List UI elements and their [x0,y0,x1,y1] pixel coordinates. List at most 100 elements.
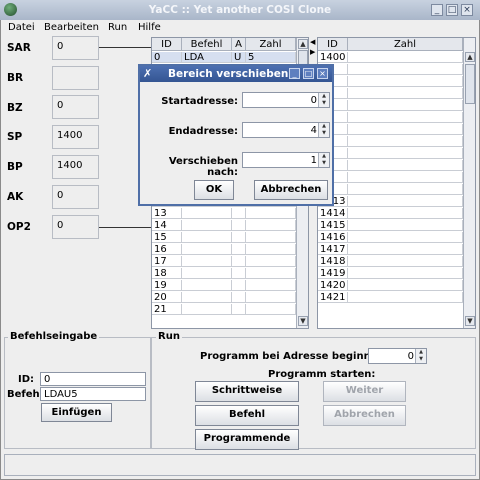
table-row[interactable]: 16 [152,244,182,255]
dialog-title-bar[interactable]: ✗ Bereich verschieben _ □ × [140,66,332,82]
table-cell[interactable] [246,268,296,279]
table-cell[interactable] [232,232,246,243]
table-cell[interactable] [232,304,246,315]
table-row[interactable]: 1415 [318,220,348,231]
maximize-icon[interactable]: □ [446,4,458,16]
maximize-icon[interactable]: □ [303,68,314,79]
programmende-button[interactable]: Programmende [195,429,299,450]
table-row[interactable]: 15 [152,232,182,243]
scroll-down-icon[interactable]: ▼ [465,316,475,326]
menu-run[interactable]: Run [108,22,127,33]
table-cell[interactable] [348,76,463,87]
table-cell[interactable] [348,124,463,135]
table-cell[interactable] [246,220,296,231]
table-cell[interactable] [348,112,463,123]
table-cell[interactable] [348,196,463,207]
table-cell[interactable] [348,52,463,63]
table-cell[interactable] [182,280,232,291]
spin-down-icon[interactable]: ▼ [416,356,426,363]
close-icon[interactable]: × [317,68,328,79]
table-cell[interactable] [246,292,296,303]
table-row[interactable]: 1414 [318,208,348,219]
table-cell[interactable]: 5 [246,52,296,63]
table-cell[interactable] [348,172,463,183]
table-cell[interactable] [246,256,296,267]
table-row[interactable]: 13 [152,208,182,219]
table-row[interactable]: 1421 [318,292,348,303]
memory-table-header-zahl[interactable]: Zahl [348,38,463,51]
memory-table[interactable]: ID Zahl 14001234567890114131414141514161… [317,37,476,329]
startadresse-spinner[interactable]: 0 ▲ ▼ [242,92,330,108]
befehl-input[interactable]: LDAU5 [40,387,146,401]
spin-down-icon[interactable]: ▼ [319,100,329,107]
table-cell[interactable] [348,100,463,111]
table-row[interactable]: 1419 [318,268,348,279]
scroll-down-icon[interactable]: ▼ [298,316,308,326]
verschieben-nach-spinner[interactable]: 1 ▲ ▼ [242,152,330,168]
table-cell[interactable] [348,148,463,159]
table-row[interactable]: 14 [152,220,182,231]
dialog-abbrechen-button[interactable]: Abbrechen [254,180,328,200]
befehl-button[interactable]: Befehl [195,405,299,426]
table-cell[interactable] [348,64,463,75]
program-table-header-zahl[interactable]: Zahl [246,38,296,51]
table-cell[interactable] [232,268,246,279]
table-cell[interactable] [232,220,246,231]
table-cell[interactable] [246,208,296,219]
memory-table-header-id[interactable]: ID [318,38,348,51]
table-cell[interactable]: U [232,52,246,63]
table-row[interactable]: 20 [152,292,182,303]
spin-up-icon[interactable]: ▲ [319,123,329,130]
table-row[interactable]: 0 [152,52,182,63]
table-cell[interactable] [348,88,463,99]
table-cell[interactable]: LDA [182,52,232,63]
table-cell[interactable] [182,208,232,219]
table-cell[interactable] [182,220,232,231]
einfuegen-button[interactable]: Einfügen [41,403,112,422]
table-row[interactable]: 1400 [318,52,348,63]
scroll-up-icon[interactable]: ▲ [465,52,475,62]
table-row[interactable]: 19 [152,280,182,291]
menu-bearbeiten[interactable]: Bearbeiten [44,22,99,33]
table-cell[interactable] [348,232,463,243]
table-cell[interactable] [232,280,246,291]
table-cell[interactable] [232,244,246,255]
spin-down-icon[interactable]: ▼ [319,160,329,167]
table-row[interactable]: 17 [152,256,182,267]
close-icon[interactable]: × [461,4,473,16]
table-cell[interactable] [246,244,296,255]
splitter-right-icon[interactable]: ▶ [310,48,315,56]
spin-up-icon[interactable]: ▲ [319,93,329,100]
table-cell[interactable] [348,184,463,195]
scroll-up-icon[interactable]: ▲ [298,39,308,49]
scroll-thumb[interactable] [465,64,475,104]
memory-table-scrollbar[interactable]: ▲ ▼ [463,38,475,328]
table-cell[interactable] [348,256,463,267]
table-cell[interactable] [232,256,246,267]
endadresse-spinner[interactable]: 4 ▲ ▼ [242,122,330,138]
spin-up-icon[interactable]: ▲ [319,153,329,160]
table-cell[interactable] [246,232,296,243]
menu-hilfe[interactable]: Hilfe [138,22,161,33]
minimize-icon[interactable]: _ [431,4,443,16]
title-bar[interactable]: YaCC :: Yet another COSI Clone _ □ × [0,0,480,20]
table-cell[interactable] [232,292,246,303]
table-cell[interactable] [182,232,232,243]
spin-up-icon[interactable]: ▲ [416,349,426,356]
ok-button[interactable]: OK [194,180,234,200]
weiter-button[interactable]: Weiter [323,381,406,402]
table-cell[interactable] [182,268,232,279]
table-cell[interactable] [182,292,232,303]
table-row[interactable]: 1417 [318,244,348,255]
table-cell[interactable] [348,292,463,303]
minimize-icon[interactable]: _ [289,68,300,79]
program-table-header-a[interactable]: A [232,38,246,51]
table-cell[interactable] [182,256,232,267]
schrittweise-button[interactable]: Schrittweise [195,381,299,402]
table-row[interactable]: 21 [152,304,182,315]
table-cell[interactable] [232,208,246,219]
table-cell[interactable] [246,280,296,291]
table-row[interactable]: 18 [152,268,182,279]
table-row[interactable]: 1420 [318,280,348,291]
table-cell[interactable] [348,244,463,255]
